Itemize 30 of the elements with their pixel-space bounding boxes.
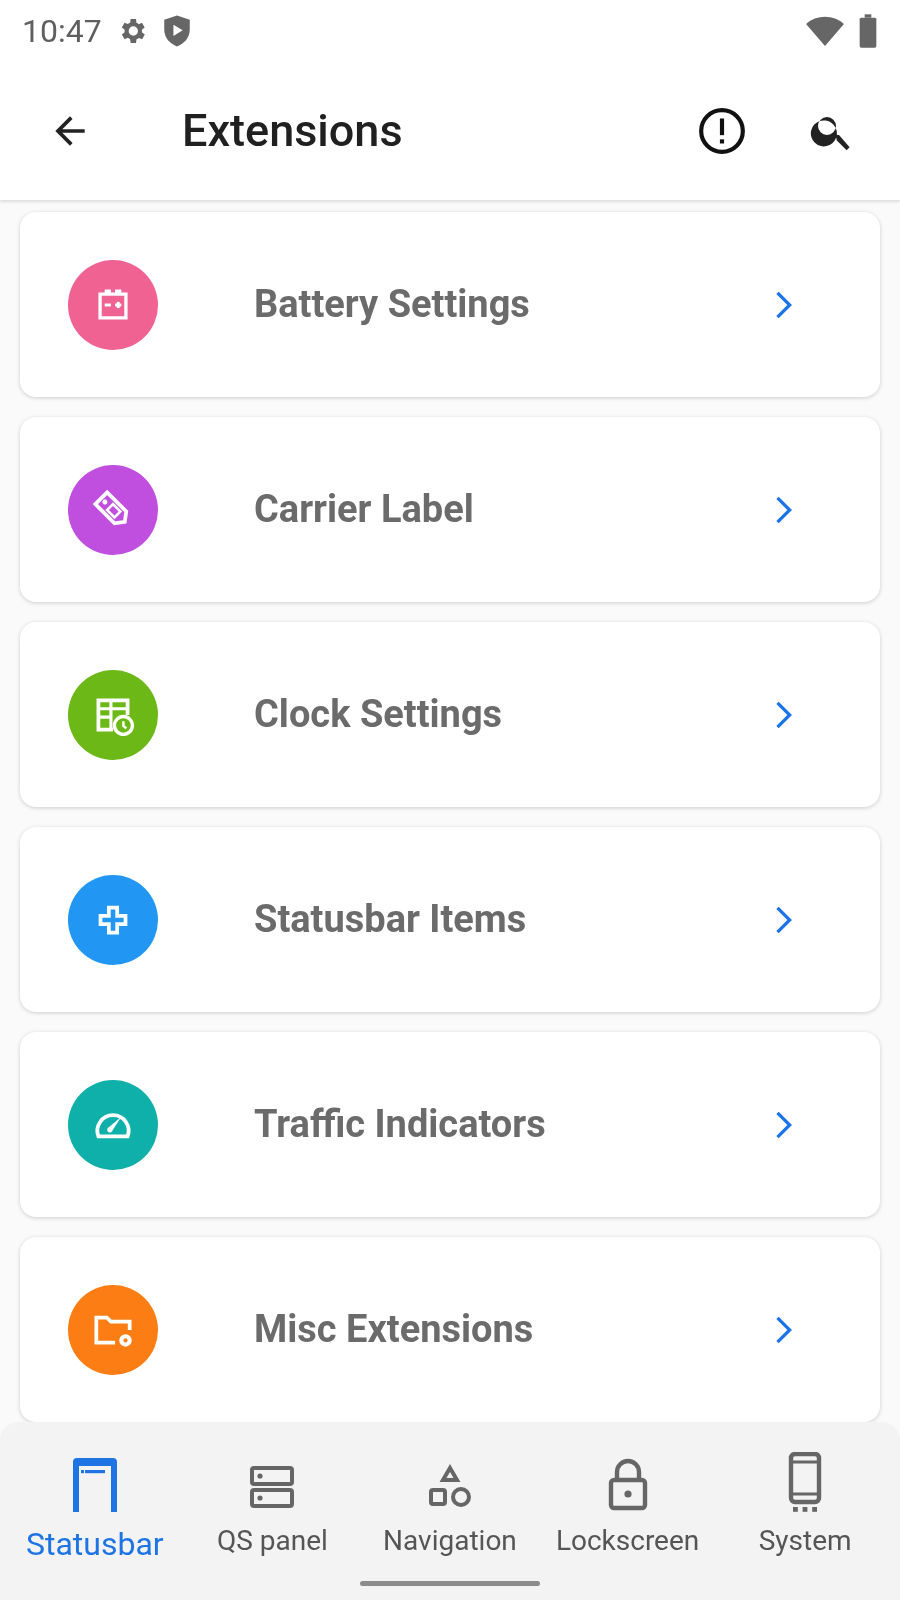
nav-label: QS panel: [216, 1523, 328, 1559]
nav-label: System: [758, 1523, 852, 1559]
phone-icon: [787, 1452, 824, 1512]
alert-icon: [697, 106, 747, 156]
nav-tab[interactable]: Navigation: [361, 1452, 539, 1568]
shield-icon: [161, 14, 192, 48]
nav-tab[interactable]: QS panel: [183, 1452, 362, 1568]
extension-card[interactable]: Traffic Indicators: [20, 1032, 880, 1217]
nav-tab[interactable]: Lockscreen: [538, 1452, 717, 1568]
card-label: Misc Extensions: [254, 1306, 535, 1353]
card-label: Battery Settings: [254, 281, 531, 328]
extension-card[interactable]: Battery Settings: [20, 212, 880, 397]
status-time: 10:47: [22, 11, 102, 52]
wifi-icon: [806, 16, 844, 46]
extension-card[interactable]: Clock Settings: [20, 622, 880, 807]
nav-tab[interactable]: Statusbar: [6, 1452, 184, 1568]
card-label: Clock Settings: [254, 691, 504, 738]
extension-card[interactable]: Statusbar Items: [20, 827, 880, 1012]
card-label: Traffic Indicators: [254, 1101, 547, 1148]
nav-label: Statusbar: [25, 1524, 164, 1565]
card-label: Carrier Label: [254, 486, 475, 533]
extension-card[interactable]: Misc Extensions: [20, 1237, 880, 1422]
card-label: Statusbar Items: [254, 896, 528, 943]
lock-icon: [606, 1458, 649, 1512]
extension-card[interactable]: Carrier Label: [20, 417, 880, 602]
battery-icon: [858, 14, 878, 48]
nav-label: Navigation: [383, 1523, 517, 1559]
nav-label: Lockscreen: [555, 1523, 700, 1559]
nav-tab[interactable]: System: [716, 1452, 894, 1568]
page-title: Extensions: [182, 103, 404, 160]
